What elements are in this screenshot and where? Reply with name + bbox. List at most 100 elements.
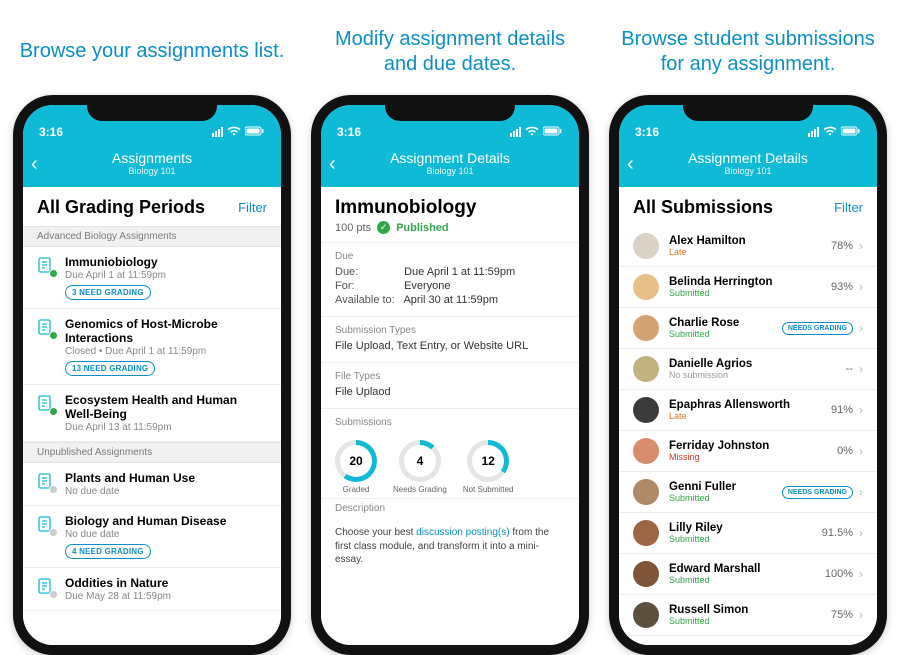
assignment-title: Immunobiology — [335, 197, 565, 219]
avatar — [633, 233, 659, 259]
student-name: Edward Marshall — [669, 563, 760, 575]
needs-grading-badge: 13 NEED GRADING — [65, 361, 155, 376]
detail-row: For: Everyone — [335, 280, 565, 292]
student-name: Epaphras Allensworth — [669, 399, 790, 411]
assignment-row[interactable]: Biology and Human Disease No due date 4 … — [23, 506, 281, 568]
navbar: ‹ Assignment Details Biology 101 — [321, 141, 579, 187]
submission-row[interactable]: Charlie Rose Submitted NEEDS GRADING › — [619, 308, 877, 349]
submission-status: Late — [669, 247, 746, 257]
phone-frame: 3:16 ‹ Assignment Details Biology 101 — [311, 95, 589, 655]
assignment-row[interactable]: Oddities in Nature Due May 28 at 11:59pm — [23, 568, 281, 611]
grade-value: 0% — [837, 445, 853, 457]
submission-row[interactable]: Alex Hamilton Late 78% › — [619, 226, 877, 267]
assignment-subtitle: Due May 28 at 11:59pm — [65, 591, 171, 602]
avatar — [633, 315, 659, 341]
chevron-right-icon: › — [859, 321, 863, 335]
needs-grading-badge: NEEDS GRADING — [782, 322, 853, 335]
donut-stat[interactable]: 20 Graded — [335, 440, 377, 494]
student-name: Charlie Rose — [669, 317, 739, 329]
assignment-title: Genomics of Host-Microbe Interactions — [65, 317, 267, 345]
submission-row[interactable]: Lilly Riley Submitted 91.5% › — [619, 513, 877, 554]
grade-value: 100% — [825, 568, 853, 580]
section-header: Unpublished Assignments — [23, 442, 281, 463]
back-button[interactable]: ‹ — [329, 153, 336, 176]
grade-value: 91.5% — [822, 527, 853, 539]
signal-icon — [808, 127, 819, 137]
published-label: Published — [396, 222, 449, 234]
donut-stat[interactable]: 12 Not Submitted — [463, 440, 514, 494]
filter-button[interactable]: Filter — [834, 200, 863, 215]
notch — [87, 95, 217, 121]
page-title: All Grading Periods — [37, 197, 205, 218]
chevron-right-icon: › — [859, 526, 863, 540]
submission-row[interactable]: Genni Fuller Submitted NEEDS GRADING › — [619, 472, 877, 513]
donut-value: 12 — [472, 445, 504, 477]
submission-row[interactable]: Edward Marshall Submitted 100% › — [619, 554, 877, 595]
submission-status: Submitted — [669, 575, 760, 585]
detail-row: File Upload, Text Entry, or Website URL — [335, 340, 565, 352]
filter-button[interactable]: Filter — [238, 200, 267, 215]
grade-value: 75% — [831, 609, 853, 621]
submission-row[interactable]: Russell Simon Submitted 75% › — [619, 595, 877, 636]
wifi-icon — [823, 125, 837, 139]
assignment-row[interactable]: Immuniobiology Due April 1 at 11:59pm 3 … — [23, 247, 281, 309]
navbar: ‹ Assignments Biology 101 — [23, 141, 281, 187]
clock: 3:16 — [39, 125, 63, 139]
signal-icon — [212, 127, 223, 137]
nav-title: Assignment Details — [688, 151, 808, 166]
assignment-row[interactable]: Ecosystem Health and Human Well-Being Du… — [23, 385, 281, 442]
assignment-icon — [37, 257, 55, 275]
phone-frame: 3:16 ‹ Assignments B — [13, 95, 291, 655]
submission-status: Late — [669, 411, 790, 421]
submission-row[interactable]: Danielle Agrios No submission -- › — [619, 349, 877, 390]
student-name: Lilly Riley — [669, 522, 723, 534]
donut-value: 4 — [404, 445, 436, 477]
assignment-row[interactable]: Plants and Human Use No due date — [23, 463, 281, 506]
nav-subtitle: Biology 101 — [688, 167, 808, 177]
assignment-icon — [37, 578, 55, 596]
grade-value: -- — [846, 363, 853, 375]
student-name: Ferriday Johnston — [669, 440, 769, 452]
avatar — [633, 561, 659, 587]
submission-row[interactable]: Belinda Herrington Submitted 93% › — [619, 267, 877, 308]
assignment-row[interactable]: Genomics of Host-Microbe Interactions Cl… — [23, 309, 281, 385]
wifi-icon — [525, 125, 539, 139]
back-button[interactable]: ‹ — [627, 153, 634, 176]
submission-status: Submitted — [669, 329, 739, 339]
assignment-subtitle: No due date — [65, 529, 226, 540]
avatar — [633, 479, 659, 505]
phone-frame: 3:16 ‹ Assignment Details Biology 101 — [609, 95, 887, 655]
student-name: Danielle Agrios — [669, 358, 752, 370]
section-label: File Types — [335, 371, 565, 382]
avatar — [633, 438, 659, 464]
submission-status: Missing — [669, 452, 769, 462]
assignment-subtitle: Due April 13 at 11:59pm — [65, 422, 267, 433]
submission-row[interactable]: Ferriday Johnston Missing 0% › — [619, 431, 877, 472]
assignment-subtitle: Due April 1 at 11:59pm — [65, 270, 166, 281]
student-name: Russell Simon — [669, 604, 748, 616]
page-title: All Submissions — [633, 197, 773, 218]
assignment-title: Ecosystem Health and Human Well-Being — [65, 393, 267, 421]
submission-status: Submitted — [669, 493, 736, 503]
section-label: Submissions — [335, 417, 565, 428]
chevron-right-icon: › — [859, 567, 863, 581]
published-icon: ✓ — [377, 221, 390, 234]
back-button[interactable]: ‹ — [31, 153, 38, 176]
section-label: Submission Types — [335, 325, 565, 336]
student-name: Genni Fuller — [669, 481, 736, 493]
caption-3: Browse student submissions for any assig… — [606, 0, 890, 95]
needs-grading-badge: 3 NEED GRADING — [65, 285, 151, 300]
detail-row: File Uplaod — [335, 386, 565, 398]
submission-row[interactable]: Epaphras Allensworth Late 91% › — [619, 390, 877, 431]
avatar — [633, 274, 659, 300]
assignment-title: Oddities in Nature — [65, 576, 171, 590]
submission-status: Submitted — [669, 534, 723, 544]
avatar — [633, 602, 659, 628]
description-link[interactable]: discussion posting(s) — [416, 527, 509, 538]
chevron-right-icon: › — [859, 403, 863, 417]
donut-stat[interactable]: 4 Needs Grading — [393, 440, 447, 494]
assignment-subtitle: No due date — [65, 486, 195, 497]
chevron-right-icon: › — [859, 485, 863, 499]
navbar: ‹ Assignment Details Biology 101 — [619, 141, 877, 187]
section-header: Advanced Biology Assignments — [23, 226, 281, 247]
